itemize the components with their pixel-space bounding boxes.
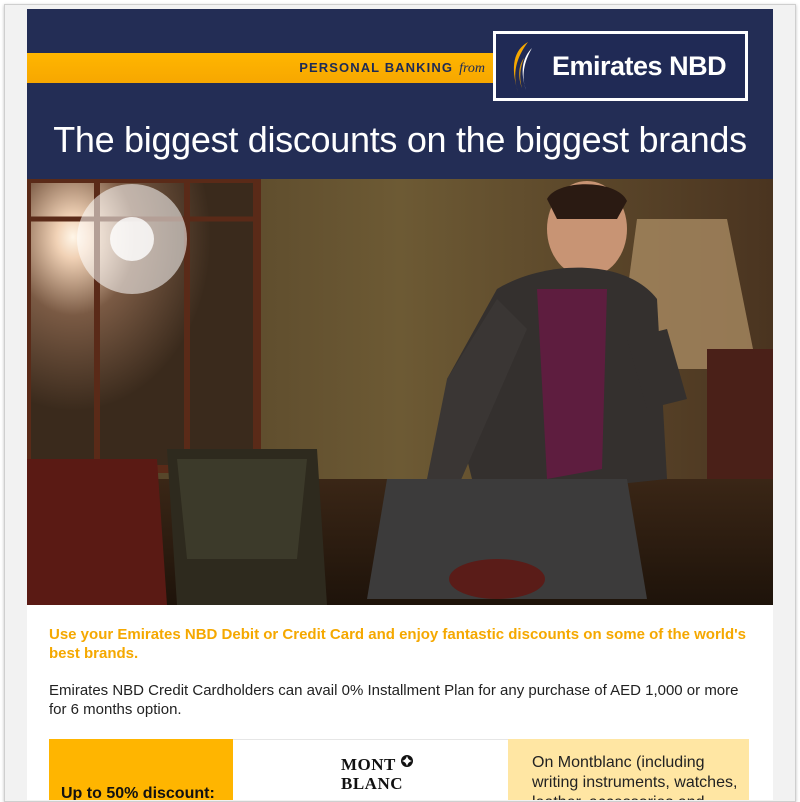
hero-image	[27, 179, 773, 605]
flame-logo-icon	[513, 42, 532, 92]
promo-photo-icon	[27, 179, 773, 605]
offer-description: On Montblanc (including writing instrume…	[532, 754, 738, 800]
offer-discount-cell: Up to 50% discount:	[49, 739, 233, 800]
intro-text: Use your Emirates NBD Debit or Credit Ca…	[49, 626, 747, 662]
tagline-suffix: from	[459, 61, 485, 76]
brand-name: Emirates NBD	[552, 51, 727, 81]
brand-line-2: BLANC	[341, 774, 404, 793]
montblanc-star-icon	[401, 755, 413, 767]
promo-email: PERSONAL BANKING from Emirates NBD The bi…	[27, 9, 773, 800]
email-header: PERSONAL BANKING from Emirates NBD The bi…	[27, 9, 773, 179]
offer-description-cell: On Montblanc (including writing instrume…	[508, 739, 749, 800]
tagline: PERSONAL BANKING from	[27, 53, 485, 83]
brand-logo[interactable]: Emirates NBD	[493, 31, 748, 101]
headline: The biggest discounts on the biggest bra…	[53, 119, 747, 160]
montblanc-logo: MONT BLANC	[341, 755, 413, 800]
tagline-text: PERSONAL BANKING	[299, 60, 454, 75]
brand-line-1: MONT	[341, 755, 396, 774]
detail-text: Emirates NBD Credit Cardholders can avai…	[49, 682, 739, 718]
offer-brand-cell: MONT BLANC	[233, 739, 508, 800]
offer-discount: Up to 50% discount:	[61, 785, 215, 800]
offer-row[interactable]: Up to 50% discount: MONT BLANC On Montbl…	[49, 739, 749, 800]
